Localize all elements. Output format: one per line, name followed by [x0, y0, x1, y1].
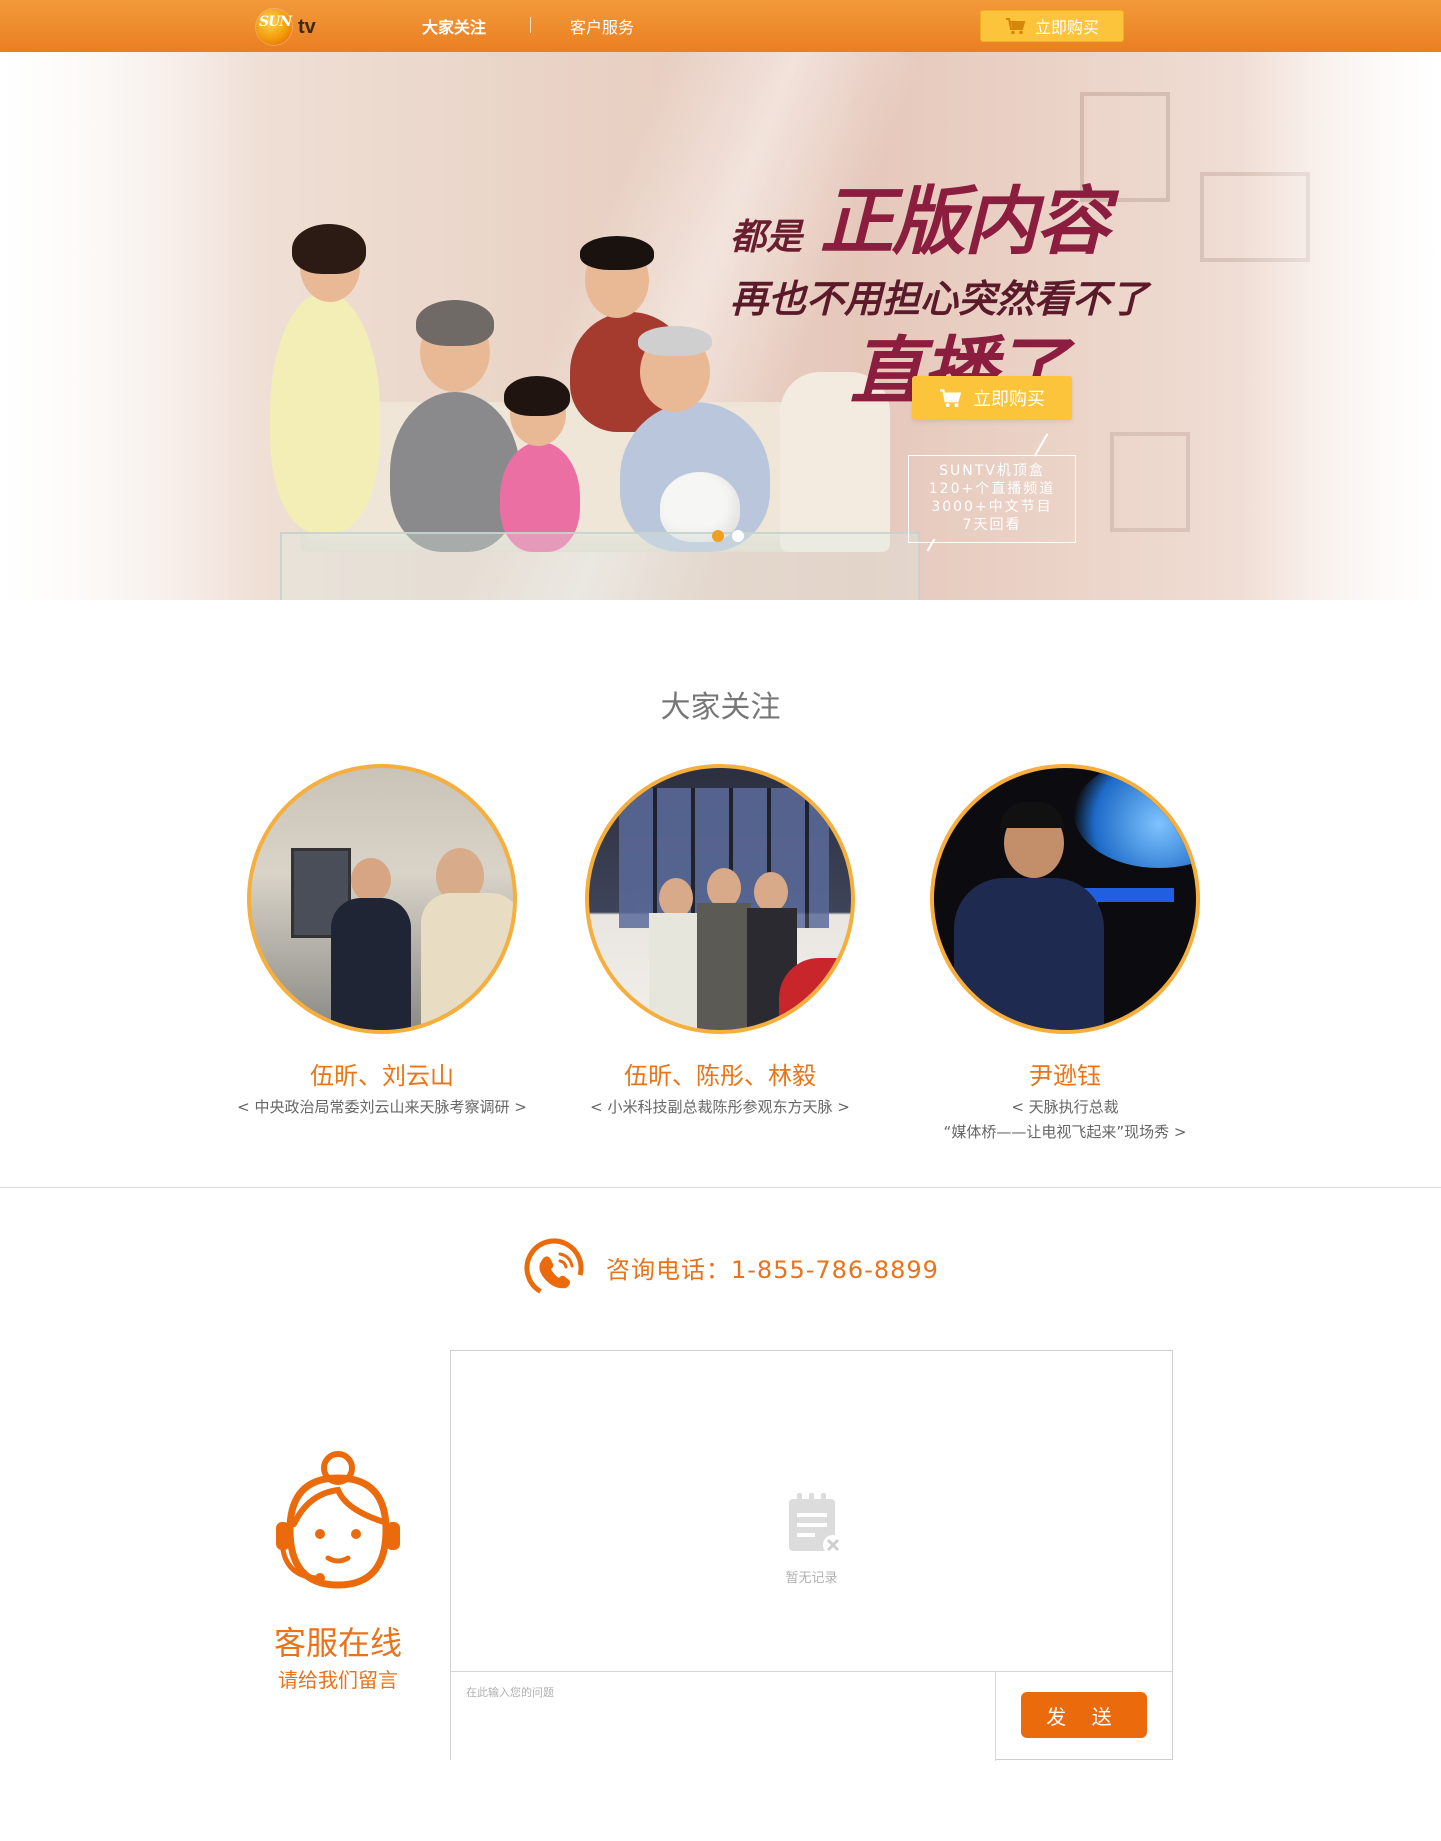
attention-card[interactable]: 伍昕、刘云山 < 中央政治局常委刘云山来天脉考察调研 >: [212, 764, 552, 1120]
info-line: 120+个直播频道: [928, 481, 1056, 497]
attention-card-desc: < 天脉执行总裁 “媒体桥——让电视飞起来”现场秀 >: [895, 1095, 1235, 1145]
chat-panel: 暂无记录 发 送: [450, 1350, 1173, 1761]
attention-card-desc: < 小米科技副总裁陈彤参观东方天脉 >: [550, 1095, 890, 1120]
attention-card-desc: < 中央政治局常委刘云山来天脉考察调研 >: [212, 1095, 552, 1120]
headline-line-2: 正版内容: [820, 179, 1110, 265]
photo-person: [754, 872, 788, 912]
photo-person: [659, 878, 693, 918]
carousel-dot-active[interactable]: [712, 530, 724, 542]
empty-notepad-icon: [789, 1493, 843, 1555]
desc-line: < 中央政治局常委刘云山来天脉考察调研 >: [237, 1098, 527, 1116]
cart-icon: [1005, 18, 1026, 35]
agent-title: 客服在线: [273, 1624, 402, 1662]
send-button[interactable]: 发 送: [1021, 1692, 1147, 1738]
photo-stage-light: [1074, 768, 1196, 868]
headline-line-1: 都是: [730, 216, 803, 258]
attention-photo[interactable]: [585, 764, 855, 1034]
buy-now-button-hero[interactable]: 立即购买: [912, 376, 1072, 420]
attention-card-name: 伍昕、陈彤、林毅: [624, 1062, 816, 1090]
cart-icon: [940, 389, 962, 408]
person-hair: [292, 224, 366, 274]
wall-picture-frame: [1110, 432, 1190, 532]
glass-table: [280, 532, 920, 600]
nav-separator: [530, 17, 531, 33]
person-mother: [270, 292, 380, 532]
phone-icon: [524, 1238, 584, 1298]
photo-person: [351, 858, 391, 902]
attention-card-name: 尹逊钰: [1029, 1062, 1101, 1090]
photo-person: [421, 893, 513, 1030]
desc-line: < 小米科技副总裁陈彤参观东方天脉 >: [590, 1098, 850, 1116]
photo-person: [649, 913, 699, 1030]
buy-now-label-top: 立即购买: [1034, 18, 1099, 37]
carousel-dot[interactable]: [732, 530, 744, 542]
logo-sun-text: SUN: [259, 14, 292, 30]
photo-person: [707, 868, 741, 908]
attention-card[interactable]: 伍昕、陈彤、林毅 < 小米科技副总裁陈彤参观东方天脉 >: [550, 764, 890, 1120]
info-line: 3000+中文节目: [931, 499, 1053, 515]
chat-empty-text: 暂无记录: [785, 1571, 838, 1586]
customer-service-agent-icon: [276, 1451, 400, 1589]
suntv-logo[interactable]: SUN tv: [256, 9, 326, 45]
section-title-attention: 大家关注: [660, 690, 781, 725]
nav-item-attention[interactable]: 大家关注: [422, 14, 486, 38]
info-line: 7天回看: [962, 517, 1022, 533]
logo-tv-text: tv: [298, 16, 316, 38]
attention-photo[interactable]: [930, 764, 1200, 1034]
buy-now-label-hero: 立即购买: [973, 389, 1045, 410]
hero-banner: 都是 正版内容 再也不用担心突然看不了 直播了 立即购买 SUNTV机顶盒 12…: [0, 52, 1441, 600]
person-hair: [638, 326, 712, 356]
info-callout-line: [1033, 433, 1049, 457]
sun-logo-icon: SUN: [256, 9, 292, 45]
person-hair: [580, 236, 654, 270]
hero-fade-right: [1241, 52, 1441, 600]
attention-photo[interactable]: [247, 764, 517, 1034]
photo-person: [331, 898, 411, 1030]
nav-item-customer-service[interactable]: 客户服务: [570, 14, 634, 38]
chat-message-input[interactable]: [451, 1672, 996, 1761]
sofa: [300, 402, 860, 552]
attention-card-name: 伍昕、刘云山: [310, 1062, 454, 1090]
desc-line: < 天脉执行总裁: [1011, 1098, 1119, 1116]
person-hair: [504, 376, 570, 416]
info-line: SUNTV机顶盒: [939, 463, 1045, 479]
buy-now-button-top[interactable]: 立即购买: [980, 10, 1124, 42]
chat-input-area: 发 送: [451, 1671, 1172, 1761]
photo-person: [954, 878, 1104, 1030]
attention-card[interactable]: 尹逊钰 < 天脉执行总裁 “媒体桥——让电视飞起来”现场秀 >: [895, 764, 1235, 1145]
hero-fade-left: [0, 52, 260, 600]
person-hair: [416, 300, 494, 346]
phone-number[interactable]: 咨询电话：1-855-786-8899: [606, 1250, 939, 1285]
photo-person: [697, 903, 751, 1030]
top-nav-bar: SUN tv 大家关注 客户服务 立即购买: [0, 0, 1441, 52]
agent-subtitle: 请给我们留言: [278, 1668, 398, 1692]
section-divider: [0, 1187, 1441, 1188]
person-grandmother: [390, 392, 520, 552]
product-info-box: SUNTV机顶盒 120+个直播频道 3000+中文节目 7天回看: [908, 455, 1076, 543]
desc-line: “媒体桥——让电视飞起来”现场秀 >: [943, 1123, 1187, 1141]
photo-person: [1000, 802, 1064, 828]
